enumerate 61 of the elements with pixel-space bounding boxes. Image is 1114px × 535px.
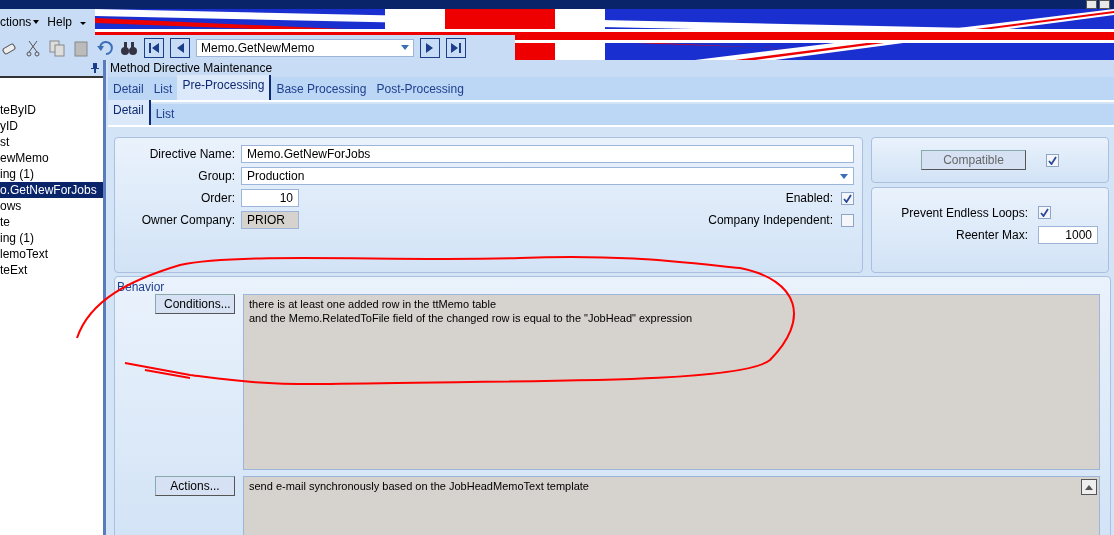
field-label: Reenter Max:	[954, 228, 1028, 242]
checkbox[interactable]	[1038, 206, 1051, 219]
previous-icon	[176, 42, 184, 53]
conditions-text[interactable]: there is at least one added row in the ttMemo table and the Memo.RelatedToFile field of the changed row is equal to the "JobHead" expression	[243, 294, 1100, 470]
group-dropdown[interactable]: Production	[241, 167, 854, 185]
field-label: Owner Company:	[140, 213, 235, 227]
field-label: Order:	[200, 191, 235, 205]
list-item[interactable]: lemoText	[0, 246, 103, 262]
minimize-icon[interactable]	[1086, 0, 1097, 9]
list-item[interactable]: ewMemo	[0, 150, 103, 166]
caret-icon	[401, 45, 409, 50]
checkbox[interactable]	[841, 191, 854, 205]
tab[interactable]: Base Processing	[271, 79, 372, 100]
tab[interactable]: List	[150, 104, 180, 125]
tab[interactable]: Detail	[108, 100, 151, 125]
list-item[interactable]: o.GetNewForJobs	[0, 182, 103, 198]
last-icon	[451, 42, 461, 53]
record-dropdown[interactable]: Memo.GetNewMemo	[196, 38, 414, 57]
field-label: Directive Name:	[148, 147, 235, 161]
conditions-button[interactable]: Conditions...	[155, 294, 235, 314]
undo-icon[interactable]	[96, 38, 114, 57]
cut-icon[interactable]	[24, 38, 42, 57]
actions-button[interactable]: Actions...	[155, 476, 235, 496]
checkbox[interactable]	[1046, 153, 1059, 167]
field-label: Prevent Endless Loops:	[900, 206, 1028, 220]
input-field[interactable]: Memo.GetNewForJobs	[241, 145, 854, 163]
field-label: Enabled:	[785, 191, 833, 205]
menu-item[interactable]: Help	[47, 15, 73, 29]
overflow-icon[interactable]	[80, 19, 87, 25]
list-item[interactable]: ows	[0, 198, 103, 214]
scroll-up-icon[interactable]	[1081, 479, 1097, 495]
checkbox[interactable]	[841, 213, 854, 227]
previous-record-button[interactable]	[170, 37, 190, 58]
actions-text[interactable]: send e-mail synchronously based on the JobHeadMemoText template	[243, 476, 1100, 535]
first-record-button[interactable]	[144, 37, 164, 58]
caret-icon	[840, 173, 848, 179]
input-field[interactable]: 10	[241, 189, 299, 207]
panel-title: Method Directive Maintenance	[108, 60, 1114, 77]
list-item[interactable]: yID	[0, 118, 103, 134]
list-item[interactable]: ing (1)	[0, 166, 103, 182]
close-icon[interactable]	[1099, 0, 1110, 9]
last-record-button[interactable]	[446, 37, 466, 58]
field-label: Company Independent:	[708, 213, 833, 227]
field-label: Group:	[197, 169, 235, 183]
list-item[interactable]: st	[0, 134, 103, 150]
next-icon	[426, 42, 434, 53]
list-item[interactable]: te	[0, 214, 103, 230]
list-item[interactable]: ing (1)	[0, 230, 103, 246]
list-item[interactable]: teExt	[0, 262, 103, 278]
tab[interactable]: Detail	[108, 79, 149, 100]
tab[interactable]: Post-Processing	[371, 79, 469, 100]
menu-item[interactable]: ctions	[0, 15, 40, 29]
tab[interactable]: List	[148, 79, 178, 100]
first-icon	[149, 42, 159, 53]
pin-icon[interactable]	[91, 63, 99, 73]
compatible-button[interactable]: Compatible	[921, 150, 1026, 170]
caret-icon	[33, 20, 40, 24]
input-field[interactable]: 1000	[1038, 226, 1098, 244]
next-record-button[interactable]	[420, 37, 440, 58]
list-item[interactable]: teByID	[0, 102, 103, 118]
tab[interactable]: Pre-Processing	[177, 75, 272, 100]
